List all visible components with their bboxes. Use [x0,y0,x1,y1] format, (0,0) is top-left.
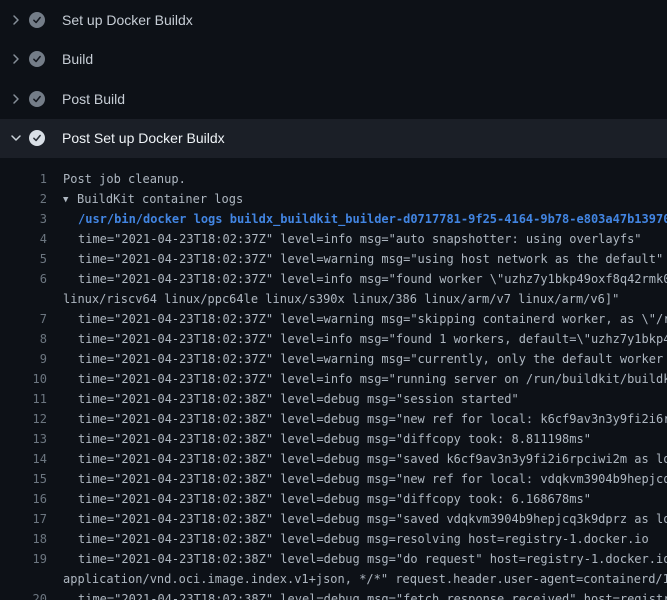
step-label: Post Set up Docker Buildx [62,130,225,146]
step-row-post-set-up-docker-buildx[interactable]: Post Set up Docker Buildx [0,119,667,159]
log-line: 16 time="2021-04-23T18:02:38Z" level=debu… [0,489,667,509]
line-number [0,569,47,589]
workflow-log-panel: Set up Docker Buildx Build Post Build [0,0,667,600]
log-line: 9 time="2021-04-23T18:02:37Z" level=warni… [0,349,667,369]
line-number[interactable]: 2 [0,189,47,209]
line-number[interactable]: 13 [0,429,47,449]
step-row-set-up-docker-buildx[interactable]: Set up Docker Buildx [0,0,667,40]
line-number[interactable]: 5 [0,249,47,269]
steps-list: Set up Docker Buildx Build Post Build [0,0,667,158]
log-line: 4 time="2021-04-23T18:02:37Z" level=info … [0,229,667,249]
log-text: time="2021-04-23T18:02:37Z" level=warnin… [78,349,667,369]
log-text: time="2021-04-23T18:02:38Z" level=debug … [78,549,667,569]
line-number[interactable]: 20 [0,589,47,600]
log-line: 17 time="2021-04-23T18:02:38Z" level=debu… [0,509,667,529]
log-line: 15 time="2021-04-23T18:02:38Z" level=debu… [0,469,667,489]
line-number[interactable]: 1 [0,169,47,189]
log-text: time="2021-04-23T18:02:38Z" level=debug … [78,529,649,549]
log-line: 11 time="2021-04-23T18:02:38Z" level=debu… [0,389,667,409]
step-label: Set up Docker Buildx [62,12,193,28]
log-line: 13 time="2021-04-23T18:02:38Z" level=debu… [0,429,667,449]
line-number[interactable]: 18 [0,529,47,549]
log-text: time="2021-04-23T18:02:38Z" level=debug … [78,489,591,509]
line-number [0,289,47,309]
log-group-row: 2 ▼BuildKit container logs [0,189,667,209]
log-command-text: /usr/bin/docker logs buildx_buildkit_bui… [78,209,667,229]
log-viewer[interactable]: 1 Post job cleanup. 2 ▼BuildKit container l… [0,158,667,600]
log-text: time="2021-04-23T18:02:37Z" level=info m… [78,269,667,289]
chevron-right-icon [8,51,24,67]
log-text: time="2021-04-23T18:02:38Z" level=debug … [78,389,519,409]
step-row-build[interactable]: Build [0,40,667,80]
log-line: 12 time="2021-04-23T18:02:38Z" level=debu… [0,409,667,429]
line-number[interactable]: 19 [0,549,47,569]
log-line: 10 time="2021-04-23T18:02:37Z" level=info… [0,369,667,389]
log-text: time="2021-04-23T18:02:37Z" level=warnin… [78,309,667,329]
line-number[interactable]: 10 [0,369,47,389]
log-line: 18 time="2021-04-23T18:02:38Z" level=debu… [0,529,667,549]
check-circle-icon [29,91,45,107]
log-lines: 1 Post job cleanup. 2 ▼BuildKit container l… [0,169,667,600]
line-number[interactable]: 12 [0,409,47,429]
line-number[interactable]: 6 [0,269,47,289]
log-line: 19 time="2021-04-23T18:02:38Z" level=debu… [0,549,667,569]
line-number[interactable]: 11 [0,389,47,409]
log-line: 14 time="2021-04-23T18:02:38Z" level=debu… [0,449,667,469]
log-line: 1 Post job cleanup. [0,169,667,189]
log-line-continuation: linux/riscv64 linux/ppc64le linux/s390x … [0,289,667,309]
line-number[interactable]: 16 [0,489,47,509]
chevron-down-icon [8,130,24,146]
step-row-post-build[interactable]: Post Build [0,79,667,119]
log-text: time="2021-04-23T18:02:38Z" level=debug … [78,469,667,489]
line-number[interactable]: 15 [0,469,47,489]
log-text[interactable]: ▼BuildKit container logs [63,189,243,209]
step-label: Build [62,51,93,67]
log-text: time="2021-04-23T18:02:37Z" level=warnin… [78,249,663,269]
group-collapse-triangle-icon[interactable]: ▼ [63,190,77,209]
log-line: 5 time="2021-04-23T18:02:37Z" level=warni… [0,249,667,269]
log-text: time="2021-04-23T18:02:37Z" level=info m… [78,329,667,349]
log-text: time="2021-04-23T18:02:38Z" level=debug … [78,449,667,469]
check-circle-icon [29,51,45,67]
check-circle-icon [29,12,45,28]
log-line-continuation: application/vnd.oci.image.index.v1+json,… [0,569,667,589]
log-text: Post job cleanup. [63,169,186,189]
line-number[interactable]: 7 [0,309,47,329]
line-number[interactable]: 4 [0,229,47,249]
log-line: 20 time="2021-04-23T18:02:38Z" level=debu… [0,589,667,600]
check-circle-icon [29,130,45,146]
log-text: application/vnd.oci.image.index.v1+json,… [63,569,667,589]
log-line: 7 time="2021-04-23T18:02:37Z" level=warni… [0,309,667,329]
line-number[interactable]: 3 [0,209,47,229]
log-text: time="2021-04-23T18:02:37Z" level=info m… [78,369,667,389]
chevron-right-icon [8,12,24,28]
chevron-right-icon [8,91,24,107]
log-text: time="2021-04-23T18:02:38Z" level=debug … [78,429,591,449]
log-line: 3/usr/bin/docker logs buildx_buildkit_bu… [0,209,667,229]
log-line: 6 time="2021-04-23T18:02:37Z" level=info … [0,269,667,289]
line-number[interactable]: 9 [0,349,47,369]
log-text: time="2021-04-23T18:02:38Z" level=debug … [78,589,667,600]
log-text: time="2021-04-23T18:02:37Z" level=info m… [78,229,642,249]
log-text: linux/riscv64 linux/ppc64le linux/s390x … [63,289,619,309]
log-line: 8 time="2021-04-23T18:02:37Z" level=info … [0,329,667,349]
line-number[interactable]: 8 [0,329,47,349]
line-number[interactable]: 17 [0,509,47,529]
line-number[interactable]: 14 [0,449,47,469]
log-text: time="2021-04-23T18:02:38Z" level=debug … [78,409,667,429]
log-text: time="2021-04-23T18:02:38Z" level=debug … [78,509,667,529]
step-label: Post Build [62,91,125,107]
